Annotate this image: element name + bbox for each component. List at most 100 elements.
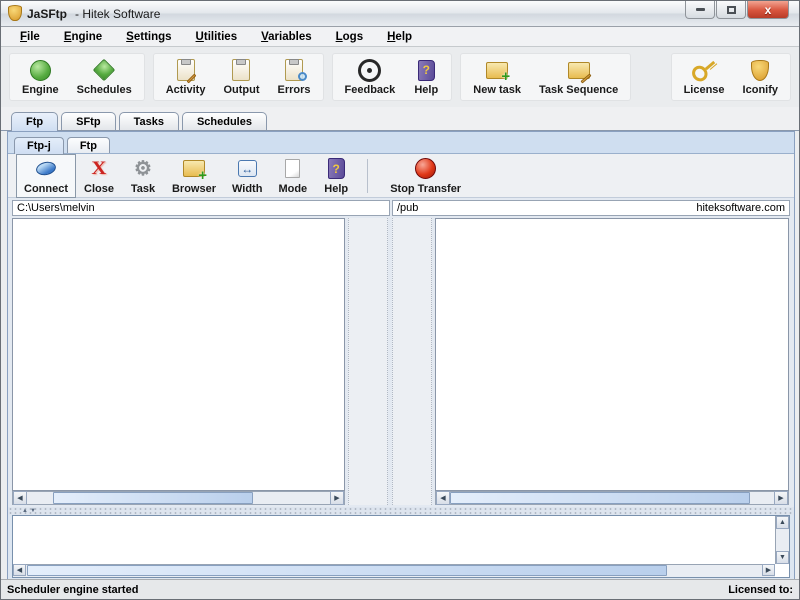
ftpbar-mode-button[interactable]: Mode bbox=[270, 154, 315, 198]
output-icon bbox=[228, 58, 254, 82]
scrollbar-thumb[interactable] bbox=[450, 492, 750, 504]
toolbar-new-task-button[interactable]: + New task bbox=[473, 58, 521, 96]
ftpbar-label: Help bbox=[324, 183, 348, 195]
tab-sftp[interactable]: SFtp bbox=[61, 112, 115, 130]
toolbar-label: Output bbox=[223, 84, 259, 96]
stop-icon bbox=[413, 157, 439, 181]
right-hscroll[interactable]: ◀ ▶ bbox=[435, 491, 789, 505]
ftpbar-label: Close bbox=[84, 183, 114, 195]
left-table bbox=[12, 218, 345, 491]
ftpbar-browser-button[interactable]: +Browser bbox=[164, 154, 224, 198]
log-splitter[interactable]: ▲ ▼ bbox=[8, 507, 794, 515]
toolbar-label: Task Sequence bbox=[539, 84, 618, 96]
remote-host: hiteksoftware.com bbox=[696, 202, 785, 214]
subtab-ftp-j[interactable]: Ftp-j bbox=[14, 137, 64, 154]
scroll-left-button[interactable]: ◀ bbox=[436, 491, 450, 505]
scroll-plus-icon: + bbox=[181, 157, 207, 181]
tab-ftp[interactable]: Ftp bbox=[11, 112, 58, 131]
ftpbar-help-button[interactable]: Help bbox=[315, 154, 357, 198]
splitter-up-icon[interactable]: ▲ bbox=[22, 508, 28, 514]
book-icon bbox=[413, 58, 439, 82]
local-path: C:\Users\melvin bbox=[12, 200, 390, 216]
ftpbar-close-button[interactable]: Close bbox=[76, 154, 122, 198]
status-message: Scheduler engine started bbox=[7, 584, 138, 596]
log-lines bbox=[13, 516, 775, 564]
subtab-ftp[interactable]: Ftp bbox=[67, 137, 110, 153]
scrollbar-thumb[interactable] bbox=[27, 565, 667, 576]
toolbar-activity-button[interactable]: Activity bbox=[166, 58, 206, 96]
key-icon bbox=[686, 52, 721, 87]
close-button[interactable]: x bbox=[747, 1, 789, 19]
menu-utilities[interactable]: Utilities bbox=[187, 29, 247, 45]
menu-file[interactable]: File bbox=[11, 29, 49, 45]
toolbar-errors-button[interactable]: Errors bbox=[278, 58, 311, 96]
menubar: File Engine Settings Utilities Variables Logs… bbox=[1, 27, 799, 47]
scroll-right-button[interactable]: ▶ bbox=[762, 564, 775, 576]
tab-schedules[interactable]: Schedules bbox=[182, 112, 267, 130]
toolbar-schedules-button[interactable]: Schedules bbox=[77, 58, 132, 96]
local-panel-row: ◀ ▶ bbox=[12, 218, 390, 505]
app-window: JaSFtp - Hitek Software x File Engine Sett… bbox=[0, 0, 800, 600]
width-icon bbox=[234, 157, 260, 181]
remote-path-text: /pub bbox=[397, 202, 418, 214]
toolbar-group: Activity Output Errors bbox=[153, 53, 324, 101]
ftpbar-label: Task bbox=[131, 183, 155, 195]
ftpbar-label: Stop Transfer bbox=[390, 183, 461, 195]
scroll-right-button[interactable]: ▶ bbox=[774, 491, 788, 505]
remote-table-col: ◀ ▶ bbox=[435, 218, 789, 505]
scroll-right-button[interactable]: ▶ bbox=[330, 491, 344, 505]
menu-help[interactable]: Help bbox=[378, 29, 421, 45]
ftpbar-width-button[interactable]: Width bbox=[224, 154, 270, 198]
activity-icon bbox=[173, 58, 199, 82]
scroll-up-button[interactable]: ▲ bbox=[776, 516, 789, 529]
ftpbar-task-button[interactable]: Task bbox=[122, 154, 164, 198]
toolbar-feedback-button[interactable]: Feedback bbox=[345, 58, 396, 96]
status-bar: Scheduler engine started Licensed to: bbox=[1, 579, 799, 599]
maximize-button[interactable] bbox=[716, 1, 746, 19]
ftpbar-connect-button[interactable]: Connect bbox=[16, 154, 76, 198]
toolbar-group: Feedback Help bbox=[332, 53, 453, 101]
errors-icon bbox=[281, 58, 307, 82]
local-table-col: ◀ ▶ bbox=[12, 218, 345, 505]
main-toolbar-row: Engine Schedules Activity Output Errors Feedb… bbox=[1, 47, 799, 107]
toolbar-iconify-button[interactable]: Iconify bbox=[743, 58, 778, 96]
remote-path: /pub hiteksoftware.com bbox=[392, 200, 790, 216]
scroll-down-button[interactable]: ▼ bbox=[776, 551, 789, 564]
menu-variables[interactable]: Variables bbox=[252, 29, 321, 45]
scroll-left-button[interactable]: ◀ bbox=[13, 564, 26, 576]
right-transfer-buttons bbox=[392, 218, 432, 505]
menu-logs[interactable]: Logs bbox=[327, 29, 372, 45]
toolbar-task-sequence-button[interactable]: Task Sequence bbox=[539, 58, 618, 96]
toolbar-license-button[interactable]: License bbox=[684, 58, 725, 96]
toolbar-label: Schedules bbox=[77, 84, 132, 96]
close-x-icon bbox=[86, 157, 112, 181]
toolbar-group: License Iconify bbox=[671, 53, 791, 101]
scrollbar-thumb[interactable] bbox=[53, 492, 253, 504]
splitter-down-icon[interactable]: ▼ bbox=[30, 508, 36, 514]
ftpbar-stop-transfer-button[interactable]: Stop Transfer bbox=[382, 154, 469, 198]
main-toolbar-right: License Iconify bbox=[671, 53, 791, 101]
menu-engine[interactable]: Engine bbox=[55, 29, 111, 45]
gear-icon bbox=[130, 157, 156, 181]
title-bar[interactable]: JaSFtp - Hitek Software x bbox=[1, 1, 799, 27]
shield-icon bbox=[747, 58, 773, 82]
tab-tasks[interactable]: Tasks bbox=[119, 112, 179, 130]
log-vscroll[interactable]: ▲ ▼ bbox=[775, 516, 789, 564]
toolbar-engine-button[interactable]: Engine bbox=[22, 58, 59, 96]
ftp-tab-content: Ftp-jFtp Connect Close Task +BrowserWidthMo… bbox=[7, 131, 795, 581]
scroll-plus-icon: + bbox=[484, 58, 510, 82]
minimize-button[interactable] bbox=[685, 1, 715, 19]
log-panel: ▲ ▼ ◀ ▶ bbox=[12, 515, 790, 578]
menu-settings[interactable]: Settings bbox=[117, 29, 180, 45]
toolbar-output-button[interactable]: Output bbox=[223, 58, 259, 96]
toolbar-label: New task bbox=[473, 84, 521, 96]
toolbar-group: + New task Task Sequence bbox=[460, 53, 631, 101]
scroll-left-button[interactable]: ◀ bbox=[13, 491, 27, 505]
scroll-pen-icon bbox=[566, 58, 592, 82]
log-hscroll[interactable]: ◀ ▶ bbox=[13, 564, 775, 577]
toolbar-help-button[interactable]: Help bbox=[413, 58, 439, 96]
left-hscroll[interactable]: ◀ ▶ bbox=[12, 491, 345, 505]
toolbar-label: Iconify bbox=[743, 84, 778, 96]
main-toolbar: Engine Schedules Activity Output Errors Feedb… bbox=[9, 53, 631, 101]
ftpbar-label: Connect bbox=[24, 183, 68, 195]
